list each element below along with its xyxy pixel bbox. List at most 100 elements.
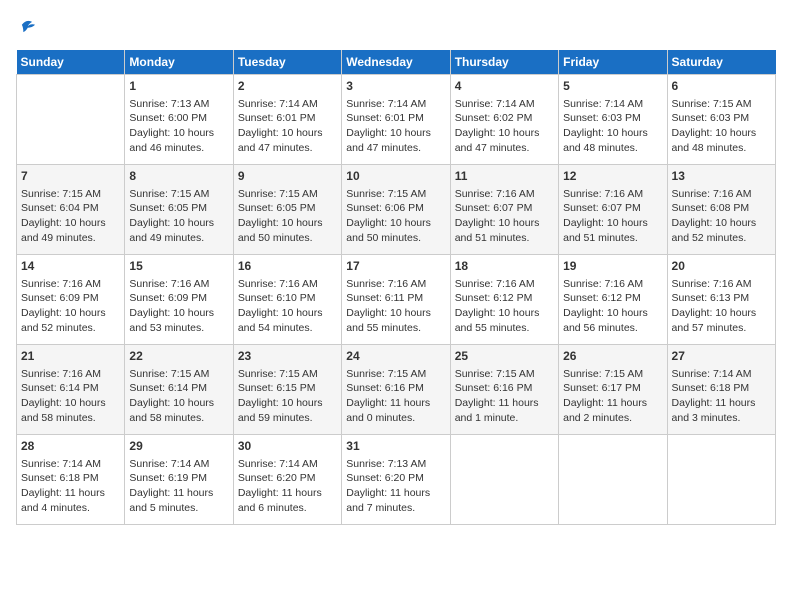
- daylight-text: Daylight: 10 hours and 50 minutes.: [238, 216, 337, 245]
- daylight-text: Daylight: 10 hours and 47 minutes.: [238, 126, 337, 155]
- day-number: 4: [455, 78, 554, 95]
- calendar-cell: 29Sunrise: 7:14 AMSunset: 6:19 PMDayligh…: [125, 435, 233, 525]
- day-number: 21: [21, 348, 120, 365]
- calendar-cell: 6Sunrise: 7:15 AMSunset: 6:03 PMDaylight…: [667, 75, 775, 165]
- daylight-text: Daylight: 10 hours and 59 minutes.: [238, 396, 337, 425]
- calendar-cell: 21Sunrise: 7:16 AMSunset: 6:14 PMDayligh…: [17, 345, 125, 435]
- day-number: 17: [346, 258, 445, 275]
- sunset-text: Sunset: 6:12 PM: [563, 291, 662, 306]
- calendar-cell: 11Sunrise: 7:16 AMSunset: 6:07 PMDayligh…: [450, 165, 558, 255]
- day-number: 16: [238, 258, 337, 275]
- sunset-text: Sunset: 6:06 PM: [346, 201, 445, 216]
- day-number: 7: [21, 168, 120, 185]
- calendar-cell: 18Sunrise: 7:16 AMSunset: 6:12 PMDayligh…: [450, 255, 558, 345]
- daylight-text: Daylight: 10 hours and 49 minutes.: [129, 216, 228, 245]
- calendar-cell: 8Sunrise: 7:15 AMSunset: 6:05 PMDaylight…: [125, 165, 233, 255]
- calendar-cell: 24Sunrise: 7:15 AMSunset: 6:16 PMDayligh…: [342, 345, 450, 435]
- daylight-text: Daylight: 10 hours and 58 minutes.: [21, 396, 120, 425]
- logo-bird-icon: [16, 16, 38, 38]
- day-number: 15: [129, 258, 228, 275]
- sunset-text: Sunset: 6:11 PM: [346, 291, 445, 306]
- calendar-cell: 30Sunrise: 7:14 AMSunset: 6:20 PMDayligh…: [233, 435, 341, 525]
- sunrise-text: Sunrise: 7:15 AM: [346, 367, 445, 382]
- sunrise-text: Sunrise: 7:13 AM: [346, 457, 445, 472]
- calendar-cell: [450, 435, 558, 525]
- day-number: 12: [563, 168, 662, 185]
- sunrise-text: Sunrise: 7:16 AM: [672, 277, 771, 292]
- day-number: 11: [455, 168, 554, 185]
- calendar-header-row: SundayMondayTuesdayWednesdayThursdayFrid…: [17, 50, 776, 75]
- sunset-text: Sunset: 6:18 PM: [21, 471, 120, 486]
- sunrise-text: Sunrise: 7:15 AM: [672, 97, 771, 112]
- sunset-text: Sunset: 6:14 PM: [21, 381, 120, 396]
- day-number: 6: [672, 78, 771, 95]
- sunrise-text: Sunrise: 7:13 AM: [129, 97, 228, 112]
- sunrise-text: Sunrise: 7:14 AM: [238, 97, 337, 112]
- day-number: 29: [129, 438, 228, 455]
- sunset-text: Sunset: 6:20 PM: [346, 471, 445, 486]
- daylight-text: Daylight: 11 hours and 7 minutes.: [346, 486, 445, 515]
- calendar-cell: [17, 75, 125, 165]
- day-number: 9: [238, 168, 337, 185]
- sunrise-text: Sunrise: 7:16 AM: [21, 277, 120, 292]
- calendar-cell: 10Sunrise: 7:15 AMSunset: 6:06 PMDayligh…: [342, 165, 450, 255]
- sunset-text: Sunset: 6:09 PM: [129, 291, 228, 306]
- calendar-cell: 23Sunrise: 7:15 AMSunset: 6:15 PMDayligh…: [233, 345, 341, 435]
- col-header-tuesday: Tuesday: [233, 50, 341, 75]
- logo: [16, 16, 40, 38]
- calendar-cell: 17Sunrise: 7:16 AMSunset: 6:11 PMDayligh…: [342, 255, 450, 345]
- daylight-text: Daylight: 10 hours and 58 minutes.: [129, 396, 228, 425]
- sunset-text: Sunset: 6:17 PM: [563, 381, 662, 396]
- calendar-cell: 28Sunrise: 7:14 AMSunset: 6:18 PMDayligh…: [17, 435, 125, 525]
- calendar-cell: 5Sunrise: 7:14 AMSunset: 6:03 PMDaylight…: [559, 75, 667, 165]
- daylight-text: Daylight: 11 hours and 6 minutes.: [238, 486, 337, 515]
- sunrise-text: Sunrise: 7:14 AM: [129, 457, 228, 472]
- sunrise-text: Sunrise: 7:14 AM: [21, 457, 120, 472]
- col-header-sunday: Sunday: [17, 50, 125, 75]
- sunrise-text: Sunrise: 7:14 AM: [563, 97, 662, 112]
- day-number: 3: [346, 78, 445, 95]
- daylight-text: Daylight: 10 hours and 48 minutes.: [672, 126, 771, 155]
- day-number: 8: [129, 168, 228, 185]
- day-number: 13: [672, 168, 771, 185]
- calendar-cell: 7Sunrise: 7:15 AMSunset: 6:04 PMDaylight…: [17, 165, 125, 255]
- daylight-text: Daylight: 10 hours and 50 minutes.: [346, 216, 445, 245]
- sunset-text: Sunset: 6:01 PM: [238, 111, 337, 126]
- calendar-cell: 22Sunrise: 7:15 AMSunset: 6:14 PMDayligh…: [125, 345, 233, 435]
- daylight-text: Daylight: 10 hours and 55 minutes.: [455, 306, 554, 335]
- daylight-text: Daylight: 10 hours and 57 minutes.: [672, 306, 771, 335]
- sunrise-text: Sunrise: 7:16 AM: [238, 277, 337, 292]
- sunrise-text: Sunrise: 7:15 AM: [21, 187, 120, 202]
- sunset-text: Sunset: 6:05 PM: [238, 201, 337, 216]
- calendar-table: SundayMondayTuesdayWednesdayThursdayFrid…: [16, 50, 776, 525]
- col-header-monday: Monday: [125, 50, 233, 75]
- daylight-text: Daylight: 11 hours and 0 minutes.: [346, 396, 445, 425]
- sunset-text: Sunset: 6:09 PM: [21, 291, 120, 306]
- sunrise-text: Sunrise: 7:16 AM: [455, 277, 554, 292]
- daylight-text: Daylight: 11 hours and 1 minute.: [455, 396, 554, 425]
- sunset-text: Sunset: 6:16 PM: [455, 381, 554, 396]
- day-number: 19: [563, 258, 662, 275]
- daylight-text: Daylight: 11 hours and 4 minutes.: [21, 486, 120, 515]
- calendar-cell: 2Sunrise: 7:14 AMSunset: 6:01 PMDaylight…: [233, 75, 341, 165]
- calendar-week-row: 21Sunrise: 7:16 AMSunset: 6:14 PMDayligh…: [17, 345, 776, 435]
- sunrise-text: Sunrise: 7:14 AM: [238, 457, 337, 472]
- sunrise-text: Sunrise: 7:15 AM: [238, 187, 337, 202]
- daylight-text: Daylight: 10 hours and 51 minutes.: [563, 216, 662, 245]
- daylight-text: Daylight: 10 hours and 47 minutes.: [346, 126, 445, 155]
- sunrise-text: Sunrise: 7:15 AM: [129, 367, 228, 382]
- sunset-text: Sunset: 6:08 PM: [672, 201, 771, 216]
- calendar-cell: 12Sunrise: 7:16 AMSunset: 6:07 PMDayligh…: [559, 165, 667, 255]
- sunrise-text: Sunrise: 7:15 AM: [129, 187, 228, 202]
- calendar-cell: [667, 435, 775, 525]
- daylight-text: Daylight: 11 hours and 5 minutes.: [129, 486, 228, 515]
- sunrise-text: Sunrise: 7:16 AM: [346, 277, 445, 292]
- sunset-text: Sunset: 6:20 PM: [238, 471, 337, 486]
- page-header: [16, 16, 776, 38]
- daylight-text: Daylight: 10 hours and 54 minutes.: [238, 306, 337, 335]
- calendar-cell: 16Sunrise: 7:16 AMSunset: 6:10 PMDayligh…: [233, 255, 341, 345]
- calendar-week-row: 14Sunrise: 7:16 AMSunset: 6:09 PMDayligh…: [17, 255, 776, 345]
- col-header-thursday: Thursday: [450, 50, 558, 75]
- sunrise-text: Sunrise: 7:16 AM: [129, 277, 228, 292]
- sunrise-text: Sunrise: 7:16 AM: [563, 277, 662, 292]
